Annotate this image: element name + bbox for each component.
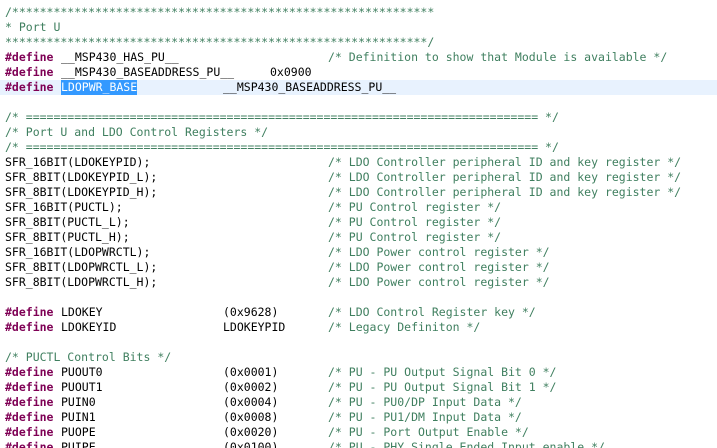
code-editor[interactable]: /***************************************… (0, 0, 717, 448)
code-comment: /***************************************… (5, 5, 435, 19)
macro-name: PUOPE (61, 425, 96, 439)
macro-name: PUOUT0 (61, 365, 103, 379)
code-line[interactable]: SFR_16BIT(LDOPWRCTL); /* LDO Power contro… (0, 245, 717, 260)
selected-macro-name: LDOPWR_BASE (61, 80, 138, 95)
code-line[interactable]: SFR_8BIT(PUCTL_L); /* PU Control register… (0, 215, 717, 230)
code-comment: /* Legacy Definiton */ (328, 320, 481, 334)
macro-value: (0x0001) (223, 365, 279, 379)
code-line[interactable]: SFR_8BIT(PUCTL_H); /* PU Control register… (0, 230, 717, 245)
define-keyword: #define (5, 380, 54, 394)
code-comment: /* PU - PHY Single Ended Input enable */ (328, 440, 605, 448)
code-line[interactable]: * Port U (0, 20, 717, 35)
code-comment: /* PU - PU Output Signal Bit 0 */ (328, 365, 557, 379)
code-line[interactable]: /***************************************… (0, 5, 717, 20)
code-line[interactable] (0, 335, 717, 350)
code-line[interactable]: SFR_8BIT(LDOPWRCTL_H); /* LDO Power contr… (0, 275, 717, 290)
code-comment: /* PU - PU1/DM Input Data */ (328, 410, 522, 424)
code-comment: /* LDO Control Register key */ (328, 305, 536, 319)
macro-name: PUOUT1 (61, 380, 103, 394)
code-line[interactable]: SFR_8BIT(LDOKEYPID_H); /* LDO Controller … (0, 185, 717, 200)
code-line[interactable]: #define __MSP430_BASEADDRESS_PU__ 0x0900 (0, 65, 717, 80)
code-line[interactable]: #define LDOKEY (0x9628) /* LDO Control Regi… (0, 305, 717, 320)
define-keyword: #define (5, 305, 54, 319)
register-declaration: SFR_8BIT(LDOKEYPID_L); (5, 170, 158, 184)
code-comment: /* PU - Port Output Enable */ (328, 425, 529, 439)
code-comment: /* PUCTL Control Bits */ (5, 350, 172, 364)
macro-name: __MSP430_BASEADDRESS_PU__ (61, 65, 235, 79)
code-comment: * Port U (5, 20, 61, 34)
register-declaration: SFR_16BIT(PUCTL); (5, 200, 123, 214)
code-line[interactable]: #define PUIN0 (0x0004) /* PU - PU0/DP Input… (0, 395, 717, 410)
code-comment: /* LDO Controller peripheral ID and key … (328, 170, 682, 184)
code-comment: /* LDO Power control register */ (328, 275, 550, 289)
macro-value: (0x0100) (223, 440, 279, 448)
code-comment: /* LDO Controller peripheral ID and key … (328, 185, 682, 199)
code-line[interactable]: /* Port U and LDO Control Registers */ (0, 125, 717, 140)
code-line[interactable]: /* PUCTL Control Bits */ (0, 350, 717, 365)
register-declaration: SFR_8BIT(LDOPWRCTL_L); (5, 260, 158, 274)
code-comment: /* LDO Power control register */ (328, 245, 550, 259)
code-line[interactable]: SFR_8BIT(LDOKEYPID_L); /* LDO Controller … (0, 170, 717, 185)
register-declaration: SFR_16BIT(LDOKEYPID); (5, 155, 151, 169)
define-keyword: #define (5, 395, 54, 409)
define-keyword: #define (5, 320, 54, 334)
code-line[interactable]: #define PUOPE (0x0020) /* PU - Port Output … (0, 425, 717, 440)
define-keyword: #define (5, 425, 54, 439)
macro-name: PUIPE (61, 440, 96, 448)
macro-value: (0x0020) (223, 425, 279, 439)
code-line[interactable]: #define PUOUT0 (0x0001) /* PU - PU Output S… (0, 365, 717, 380)
code-comment: /* PU Control register */ (328, 215, 502, 229)
code-comment: /* PU Control register */ (328, 200, 502, 214)
code-line[interactable]: #define PUOUT1 (0x0002) /* PU - PU Output S… (0, 380, 717, 395)
define-keyword: #define (5, 65, 54, 79)
code-line[interactable]: SFR_8BIT(LDOPWRCTL_L); /* LDO Power contr… (0, 260, 717, 275)
define-keyword: #define (5, 365, 54, 379)
register-declaration: SFR_8BIT(LDOKEYPID_H); (5, 185, 158, 199)
code-comment: ****************************************… (5, 35, 435, 49)
macro-name: PUIN0 (61, 395, 96, 409)
code-comment: /* =====================================… (5, 110, 559, 124)
define-keyword: #define (5, 410, 54, 424)
define-keyword: #define (5, 80, 54, 94)
code-line[interactable]: SFR_16BIT(PUCTL); /* PU Control register … (0, 200, 717, 215)
code-comment: /* PU Control register */ (328, 230, 502, 244)
define-keyword: #define (5, 440, 54, 448)
code-line[interactable]: SFR_16BIT(LDOKEYPID); /* LDO Controller p… (0, 155, 717, 170)
code-comment: /* PU - PU Output Signal Bit 1 */ (328, 380, 557, 394)
macro-value: 0x0900 (270, 65, 312, 79)
macro-value: (0x0008) (223, 410, 279, 424)
macro-value: __MSP430_BASEADDRESS_PU__ (223, 80, 397, 94)
code-comment: /* Definition to show that Module is ava… (328, 50, 668, 64)
code-comment: /* LDO Power control register */ (328, 260, 550, 274)
macro-name: LDOKEYID (61, 320, 117, 334)
code-line[interactable]: #define LDOPWR_BASE __MSP430_BASEADDRESS_P… (0, 80, 717, 95)
code-comment: /* PU - PU0/DP Input Data */ (328, 395, 522, 409)
macro-value: (0x9628) (223, 305, 279, 319)
code-line[interactable]: ****************************************… (0, 35, 717, 50)
macro-value: (0x0002) (223, 380, 279, 394)
register-declaration: SFR_8BIT(LDOPWRCTL_H); (5, 275, 158, 289)
macro-value: LDOKEYPID (223, 320, 286, 334)
register-declaration: SFR_8BIT(PUCTL_L); (5, 215, 130, 229)
code-line[interactable]: #define PUIN1 (0x0008) /* PU - PU1/DM Input… (0, 410, 717, 425)
macro-name: __MSP430_HAS_PU__ (61, 50, 179, 64)
code-comment: /* =====================================… (5, 140, 559, 154)
code-line[interactable]: #define LDOKEYID LDOKEYPID /* Legacy Defini… (0, 320, 717, 335)
code-line[interactable]: /* =====================================… (0, 110, 717, 125)
register-declaration: SFR_8BIT(PUCTL_H); (5, 230, 130, 244)
code-comment: /* LDO Controller peripheral ID and key … (328, 155, 682, 169)
code-comment: /* Port U and LDO Control Registers */ (5, 125, 269, 139)
code-line[interactable] (0, 95, 717, 110)
code-line[interactable]: #define PUIPE (0x0100) /* PU - PHY Single E… (0, 440, 717, 448)
code-line[interactable] (0, 290, 717, 305)
macro-value: (0x0004) (223, 395, 279, 409)
code-line[interactable]: #define __MSP430_HAS_PU__ /* Definition to… (0, 50, 717, 65)
code-line[interactable]: /* =====================================… (0, 140, 717, 155)
register-declaration: SFR_16BIT(LDOPWRCTL); (5, 245, 151, 259)
define-keyword: #define (5, 50, 54, 64)
macro-name: LDOKEY (61, 305, 103, 319)
macro-name: PUIN1 (61, 410, 96, 424)
